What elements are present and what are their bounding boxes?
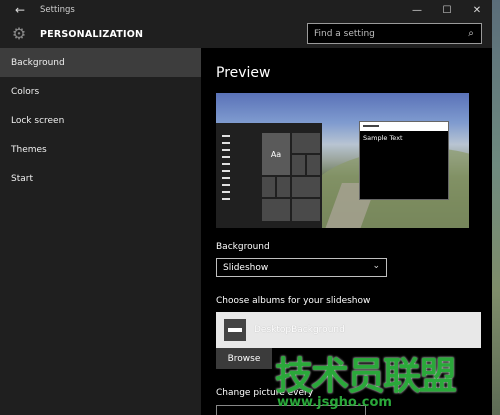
sidebar-item-lock-screen[interactable]: Lock screen	[0, 106, 201, 135]
search-input[interactable]	[308, 24, 461, 43]
app-title: Settings	[40, 5, 75, 15]
preview-tiles: Aa	[262, 133, 320, 223]
preview-sample-text: Sample Text	[363, 134, 403, 142]
back-button[interactable]: ←	[0, 0, 40, 20]
back-arrow-icon: ←	[14, 3, 26, 17]
page-title: PERSONALIZATION	[40, 28, 144, 40]
background-dropdown[interactable]: Slideshow ⌄	[216, 258, 387, 277]
preview-start-list	[222, 135, 236, 205]
gear-icon: ⚙	[11, 24, 27, 43]
window-controls: — ☐ ✕	[402, 0, 492, 20]
album-item[interactable]: DesktopBackground	[216, 312, 481, 348]
close-button[interactable]: ✕	[462, 0, 492, 20]
page-header: ⚙ PERSONALIZATION ⌕	[0, 20, 492, 48]
sidebar-item-background[interactable]: Background	[0, 48, 201, 77]
sidebar-item-colors[interactable]: Colors	[0, 77, 201, 106]
background-label: Background	[216, 242, 270, 252]
sidebar-item-start[interactable]: Start	[0, 164, 201, 193]
title-bar: ← Settings — ☐ ✕	[0, 0, 492, 20]
watermark-text: 技术员联盟	[275, 354, 457, 398]
chevron-down-icon: ⌄	[372, 261, 380, 271]
preview-tile-aa: Aa	[262, 133, 290, 175]
preview-heading: Preview	[216, 65, 271, 81]
sidebar-item-themes[interactable]: Themes	[0, 135, 201, 164]
sidebar: Background Colors Lock screen Themes Sta…	[0, 48, 201, 415]
maximize-button[interactable]: ☐	[432, 0, 462, 20]
preview-window-bar	[360, 122, 448, 131]
preview-image: Aa Sample Text	[216, 93, 469, 228]
search-box[interactable]: ⌕	[307, 23, 482, 44]
albums-label: Choose albums for your slideshow	[216, 296, 371, 306]
search-icon[interactable]: ⌕	[461, 28, 481, 39]
album-name: DesktopBackground	[254, 325, 345, 335]
watermark: 技术员联盟 www.jsgho.com	[275, 345, 500, 415]
preview-start-menu: Aa	[216, 123, 322, 228]
preview-window: Sample Text	[359, 121, 449, 200]
background-dropdown-value: Slideshow	[223, 262, 269, 273]
minimize-button[interactable]: —	[402, 0, 432, 20]
album-icon	[224, 319, 246, 341]
browse-button[interactable]: Browse	[216, 348, 272, 369]
watermark-url: www.jsgho.com	[277, 395, 392, 410]
